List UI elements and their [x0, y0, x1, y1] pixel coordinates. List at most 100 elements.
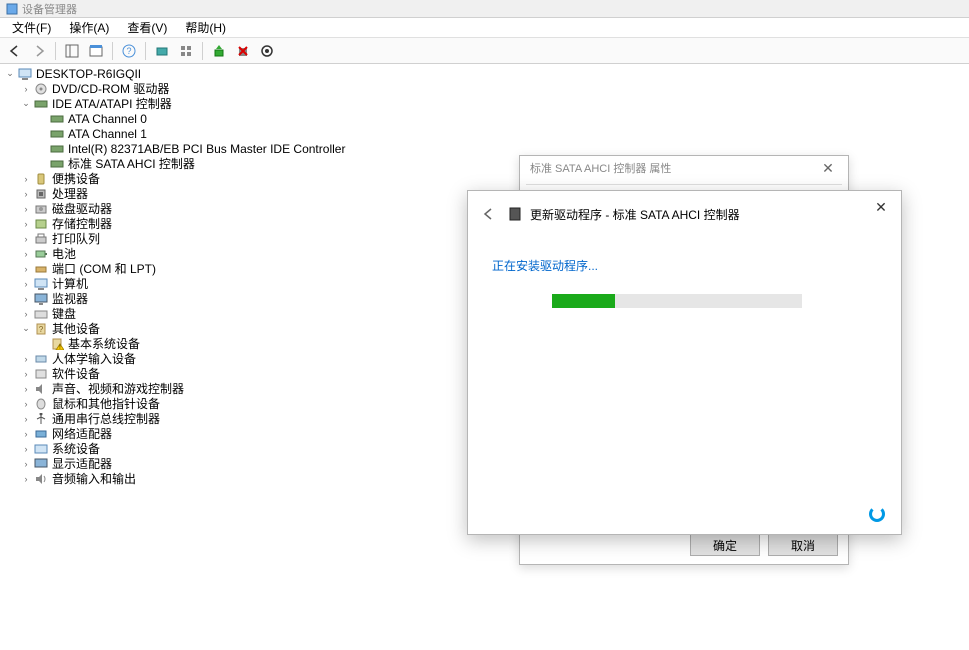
expand-icon[interactable]: ›	[20, 443, 32, 455]
expand-icon[interactable]: ›	[20, 353, 32, 365]
monitor-icon	[33, 292, 49, 306]
scan-hardware-button[interactable]	[151, 40, 173, 62]
software-icon	[33, 367, 49, 381]
expand-icon[interactable]: ›	[20, 218, 32, 230]
tree-category-ide[interactable]: ⌄ IDE ATA/ATAPI 控制器	[0, 96, 969, 111]
warning-device-icon: !	[49, 337, 65, 351]
audio-io-icon	[33, 472, 49, 486]
expand-icon[interactable]: ›	[20, 173, 32, 185]
category-label: IDE ATA/ATAPI 控制器	[52, 95, 172, 112]
menu-help[interactable]: 帮助(H)	[177, 17, 234, 38]
toolbar-separator	[112, 42, 113, 60]
back-button[interactable]	[478, 203, 500, 225]
ok-button[interactable]: 确定	[690, 534, 760, 556]
expand-icon[interactable]: ›	[20, 413, 32, 425]
controller-icon	[49, 142, 65, 156]
tree-device-ata1[interactable]: ATA Channel 1	[0, 126, 969, 141]
update-driver-wizard: 更新驱动程序 - 标准 SATA AHCI 控制器 ✕ 正在安装驱动程序...	[467, 190, 902, 535]
toolbar: ?	[0, 38, 969, 64]
device-label: ATA Channel 0	[68, 112, 147, 126]
port-icon	[33, 262, 49, 276]
battery-icon	[33, 247, 49, 261]
speaker-icon	[33, 382, 49, 396]
collapse-icon[interactable]: ⌄	[20, 98, 32, 110]
other-icon: ?	[33, 322, 49, 336]
collapse-icon[interactable]: ⌄	[4, 68, 16, 80]
device-label: Intel(R) 82371AB/EB PCI Bus Master IDE C…	[68, 142, 345, 156]
tree-device-intel-ide[interactable]: Intel(R) 82371AB/EB PCI Bus Master IDE C…	[0, 141, 969, 156]
controller-icon	[49, 127, 65, 141]
svg-text:?: ?	[39, 325, 44, 334]
computer-icon	[33, 277, 49, 291]
keyboard-icon	[33, 307, 49, 321]
menubar: 文件(F) 操作(A) 查看(V) 帮助(H)	[0, 18, 969, 38]
network-icon	[33, 427, 49, 441]
window-titlebar: 设备管理器	[0, 0, 969, 18]
toolbar-separator	[55, 42, 56, 60]
nav-back-button[interactable]	[4, 40, 26, 62]
uninstall-device-button[interactable]	[232, 40, 254, 62]
tree-device-ata0[interactable]: ATA Channel 0	[0, 111, 969, 126]
expand-icon[interactable]: ›	[20, 83, 32, 95]
update-driver-button[interactable]	[208, 40, 230, 62]
expand-icon[interactable]: ›	[20, 398, 32, 410]
display-icon	[33, 457, 49, 471]
controller-icon	[33, 97, 49, 111]
tree-category-dvd[interactable]: › DVD/CD-ROM 驱动器	[0, 81, 969, 96]
properties-dialog-title: 标准 SATA AHCI 控制器 属性	[530, 160, 671, 176]
menu-file[interactable]: 文件(F)	[4, 17, 59, 38]
category-label: 音频输入和输出	[52, 470, 136, 487]
expand-icon[interactable]: ›	[20, 233, 32, 245]
portable-icon	[33, 172, 49, 186]
expand-icon[interactable]: ›	[20, 368, 32, 380]
usb-icon	[33, 412, 49, 426]
printer-icon	[33, 232, 49, 246]
expand-icon[interactable]: ›	[20, 278, 32, 290]
storage-icon	[33, 217, 49, 231]
cancel-button[interactable]: 取消	[768, 534, 838, 556]
expand-icon[interactable]: ›	[20, 383, 32, 395]
nav-forward-button[interactable]	[28, 40, 50, 62]
tree-root[interactable]: ⌄ DESKTOP-R6IGQII	[0, 66, 969, 81]
tree-root-label: DESKTOP-R6IGQII	[36, 67, 141, 81]
close-button[interactable]: ✕	[814, 160, 842, 177]
cpu-icon	[33, 187, 49, 201]
view-button[interactable]	[175, 40, 197, 62]
wizard-title: 更新驱动程序 - 标准 SATA AHCI 控制器	[530, 206, 740, 223]
system-icon	[33, 442, 49, 456]
device-label: ATA Channel 1	[68, 127, 147, 141]
hid-icon	[33, 352, 49, 366]
disable-device-button[interactable]	[256, 40, 278, 62]
toolbar-separator	[145, 42, 146, 60]
collapse-icon[interactable]: ⌄	[20, 323, 32, 335]
expand-icon[interactable]: ›	[20, 293, 32, 305]
expand-icon[interactable]: ›	[20, 308, 32, 320]
expand-icon[interactable]: ›	[20, 428, 32, 440]
controller-icon	[49, 112, 65, 126]
app-icon	[6, 3, 18, 15]
toolbar-separator	[202, 42, 203, 60]
progress-fill	[552, 294, 615, 308]
window-title: 设备管理器	[22, 1, 77, 17]
menu-view[interactable]: 查看(V)	[119, 17, 175, 38]
mouse-icon	[33, 397, 49, 411]
device-icon	[508, 207, 522, 221]
help-button[interactable]: ?	[118, 40, 140, 62]
expand-icon[interactable]: ›	[20, 248, 32, 260]
expand-icon[interactable]: ›	[20, 203, 32, 215]
show-hide-tree-button[interactable]	[61, 40, 83, 62]
loading-spinner-icon	[869, 506, 885, 522]
progress-bar	[552, 294, 802, 308]
close-button[interactable]: ✕	[865, 195, 897, 219]
expand-icon[interactable]: ›	[20, 473, 32, 485]
expand-icon[interactable]: ›	[20, 188, 32, 200]
wizard-status-text: 正在安装驱动程序...	[492, 257, 877, 274]
expand-icon[interactable]: ›	[20, 458, 32, 470]
properties-button[interactable]	[85, 40, 107, 62]
expand-icon[interactable]: ›	[20, 263, 32, 275]
disc-icon	[33, 82, 49, 96]
disk-icon	[33, 202, 49, 216]
controller-icon	[49, 157, 65, 171]
computer-icon	[17, 67, 33, 81]
menu-action[interactable]: 操作(A)	[61, 17, 117, 38]
